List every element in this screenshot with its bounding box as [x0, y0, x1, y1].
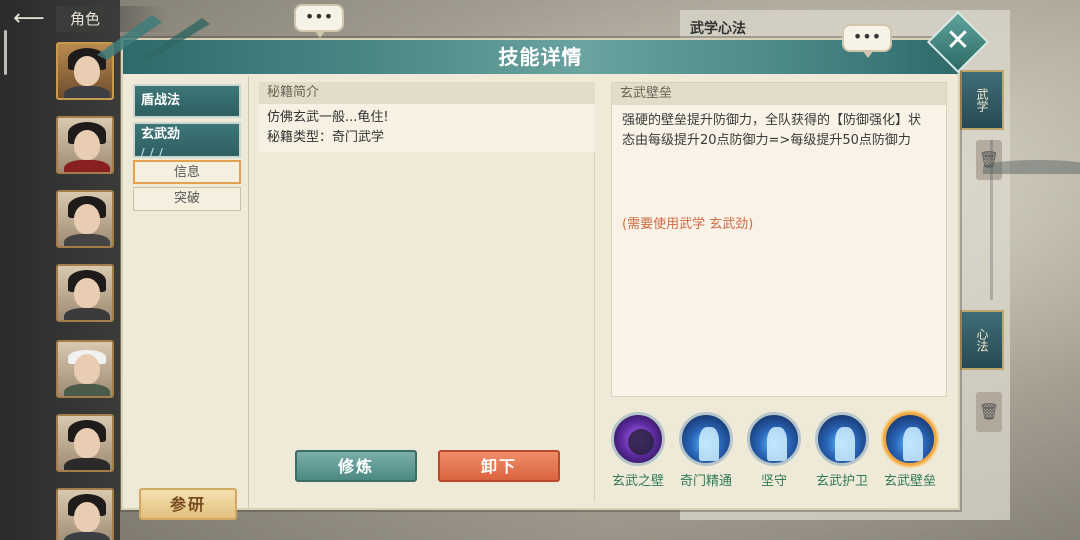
skill-icon-label: 玄武之壁 [611, 474, 664, 489]
skill-icon-slot[interactable]: 奇门精通 [676, 412, 736, 489]
skill-icon-label: 坚守 [760, 474, 787, 489]
book-info-column: 秘籍简介 仿佛玄武一般...龟住! 秘籍类型：奇门武学 修炼 卸下 [259, 82, 595, 502]
trash-icon[interactable]: 🗑 [976, 392, 1002, 432]
background-panel-heading: 武学心法 [690, 21, 746, 37]
pavilion-decoration [983, 140, 1080, 300]
unload-button[interactable]: 卸下 [438, 450, 560, 482]
purple-shield-skill-icon[interactable] [611, 412, 665, 466]
skill-icon-slot[interactable]: 玄武壁垒 [880, 412, 940, 489]
effect-description: 强硬的壁垒提升防御力，全队获得的【防御强化】状态由每级提升20点防御力=>每级提… [622, 113, 922, 148]
tab-breakthrough[interactable]: 突破 [133, 187, 241, 211]
sword-decoration-icon [97, 15, 210, 60]
avatar[interactable] [56, 190, 114, 248]
avatar[interactable] [56, 264, 114, 322]
research-button[interactable]: 参研 [139, 488, 237, 520]
avatar[interactable] [56, 116, 114, 174]
tab-info[interactable]: 信息 [133, 160, 241, 184]
book-intro-body: 仿佛玄武一般...龟住! 秘籍类型：奇门武学 [259, 104, 595, 152]
blue-figure-skill-icon[interactable] [679, 412, 733, 466]
skill-icon-label: 奇门精通 [679, 474, 732, 489]
avatar[interactable] [56, 414, 114, 472]
effect-panel: 玄武壁垒 强硬的壁垒提升防御力，全队获得的【防御强化】状态由每级提升20点防御力… [611, 82, 947, 397]
skill-icon-slot[interactable]: 玄武之壁 [608, 412, 668, 489]
skill-item-shield[interactable]: 盾战法 [133, 84, 241, 118]
blue-figure-skill-icon[interactable] [815, 412, 869, 466]
blue-figure-skill-icon[interactable] [883, 412, 937, 466]
scroll-indicator [4, 30, 7, 75]
skill-list: 盾战法 玄武劲 / / / 信息 突破 参研 [123, 76, 249, 520]
book-intro-header: 秘籍简介 [259, 82, 595, 104]
dialog-title: 技能详情 [498, 45, 583, 69]
chat-bubble-icon[interactable]: ••• [294, 4, 344, 38]
skill-icon-slot[interactable]: 玄武护卫 [812, 412, 872, 489]
skill-icon-label: 玄武壁垒 [883, 474, 936, 489]
avatar[interactable] [56, 340, 114, 398]
side-tag-method[interactable]: 心法 [960, 310, 1004, 370]
effect-requirement: (需要使用武学 玄武劲) [622, 217, 754, 232]
skill-item-xuanwu[interactable]: 玄武劲 / / / [133, 122, 241, 158]
close-icon[interactable]: ✕ [936, 20, 980, 64]
chat-bubble-icon[interactable]: ••• [842, 24, 892, 58]
book-intro-text: 仿佛玄武一般...龟住! [267, 110, 389, 125]
skill-icon-label: 玄武护卫 [815, 474, 868, 489]
effect-header: 玄武壁垒 [612, 83, 946, 105]
skill-item-label: 玄武劲 [141, 127, 181, 142]
skill-icon-slot[interactable]: 坚守 [744, 412, 804, 489]
practice-button[interactable]: 修炼 [295, 450, 417, 482]
skill-detail-dialog: 技能详情 盾战法 玄武劲 / / / 信息 突破 参研 秘籍简介 仿佛玄武一般.… [121, 38, 960, 520]
blue-figure-skill-icon[interactable] [747, 412, 801, 466]
avatar[interactable] [56, 488, 114, 540]
book-type-text: 秘籍类型：奇门武学 [267, 130, 385, 145]
back-arrow-icon[interactable]: ⟵ [8, 6, 50, 32]
side-tag-martial[interactable]: 武学 [960, 70, 1004, 130]
